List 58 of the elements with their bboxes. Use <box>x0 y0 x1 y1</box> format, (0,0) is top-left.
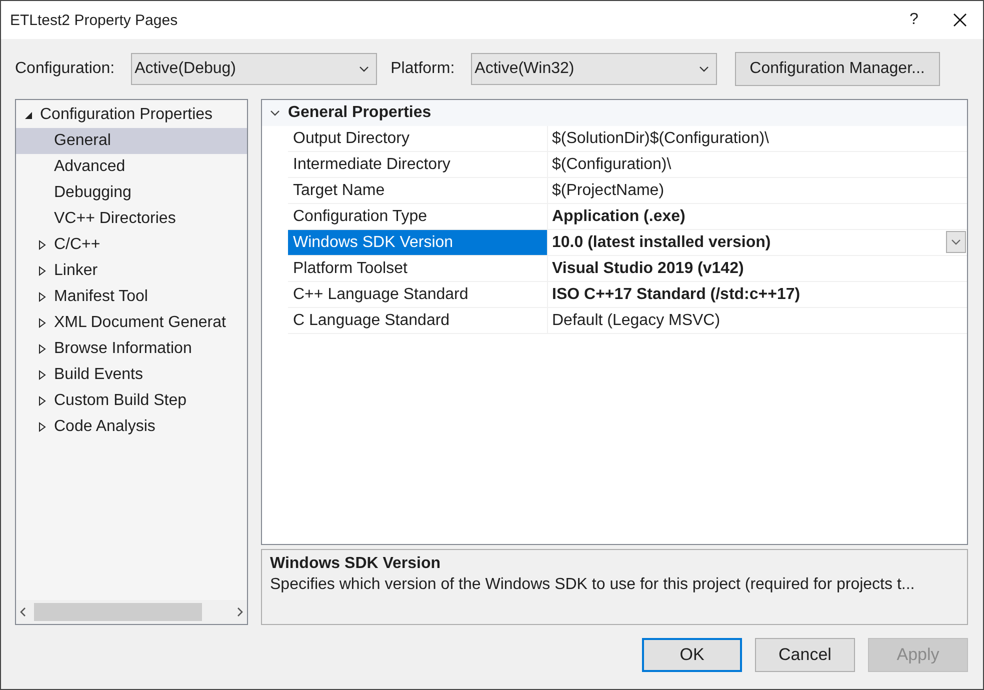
property-value[interactable]: $(ProjectName) <box>548 178 967 203</box>
collapsed-triangle-icon[interactable] <box>37 318 47 328</box>
expanded-triangle-icon[interactable] <box>23 110 33 120</box>
window-title: ETLtest2 Property Pages <box>10 12 179 28</box>
chevron-down-icon <box>950 237 962 247</box>
tree-item[interactable]: VC++ Directories <box>16 206 247 232</box>
platform-label: Platform: <box>390 60 455 78</box>
help-button[interactable]: ? <box>891 11 937 29</box>
chevron-down-icon <box>358 64 370 74</box>
tree-item[interactable]: Browse Information <box>16 336 247 362</box>
dialog-button[interactable]: OK <box>642 638 742 672</box>
property-value[interactable]: $(Configuration)\ <box>548 152 967 177</box>
property-value[interactable]: Application (.exe) <box>548 204 967 229</box>
category-header: General Properties <box>288 104 432 122</box>
property-value[interactable]: $(SolutionDir)$(Configuration)\ <box>548 126 967 151</box>
property-name[interactable]: Windows SDK Version <box>288 230 548 255</box>
tree-item[interactable]: C/C++ <box>16 232 247 258</box>
tree-item[interactable]: Manifest Tool <box>16 284 247 310</box>
tree-item[interactable]: Build Events <box>16 362 247 388</box>
collapsed-triangle-icon[interactable] <box>37 240 47 250</box>
property-name[interactable]: Platform Toolset <box>288 256 548 281</box>
property-name[interactable]: Output Directory <box>288 126 548 151</box>
description-title: Windows SDK Version <box>270 555 442 573</box>
collapsed-triangle-icon[interactable] <box>37 344 47 354</box>
horizontal-scrollbar[interactable] <box>16 600 247 624</box>
property-value[interactable]: 10.0 (latest installed version) <box>548 230 946 255</box>
tree-item[interactable]: General <box>16 128 247 154</box>
description-text: Specifies which version of the Windows SDK to use for this project (required for projects t... <box>270 576 916 594</box>
platform-dropdown[interactable]: Active(Win32) <box>470 53 717 85</box>
property-name[interactable]: Configuration Type <box>288 204 548 229</box>
property-name[interactable]: Intermediate Directory <box>288 152 548 177</box>
dropdown-button[interactable] <box>946 231 966 253</box>
tree-item[interactable]: Advanced <box>16 154 247 180</box>
chevron-down-icon <box>698 64 710 74</box>
close-icon[interactable] <box>953 13 967 27</box>
property-value[interactable]: ISO C++17 Standard (/std:c++17) <box>548 282 967 307</box>
configuration-label: Configuration: <box>15 60 115 78</box>
tree-item[interactable]: Custom Build Step <box>16 388 247 414</box>
collapsed-triangle-icon[interactable] <box>37 396 47 406</box>
collapsed-triangle-icon[interactable] <box>37 422 47 432</box>
property-name[interactable]: Target Name <box>288 178 548 203</box>
dialog-button[interactable]: Cancel <box>755 638 855 672</box>
property-value[interactable]: Default (Legacy MSVC) <box>548 308 967 333</box>
scrollbar-thumb[interactable] <box>34 603 202 621</box>
chevron-down-icon[interactable] <box>269 108 281 118</box>
collapsed-triangle-icon[interactable] <box>37 266 47 276</box>
tree-item[interactable]: Debugging <box>16 180 247 206</box>
property-name[interactable]: C Language Standard <box>288 308 548 333</box>
property-value[interactable]: Visual Studio 2019 (v142) <box>548 256 967 281</box>
configuration-manager-button[interactable]: Configuration Manager... <box>734 52 940 86</box>
collapsed-triangle-icon[interactable] <box>37 370 47 380</box>
configuration-dropdown[interactable]: Active(Debug) <box>130 53 377 85</box>
property-name[interactable]: C++ Language Standard <box>288 282 548 307</box>
tree-item[interactable]: XML Document Generat <box>16 310 247 336</box>
tree-item[interactable]: Linker <box>16 258 247 284</box>
tree-item[interactable]: Code Analysis <box>16 414 247 440</box>
tree-item[interactable]: Configuration Properties <box>16 102 247 128</box>
collapsed-triangle-icon[interactable] <box>37 292 47 302</box>
